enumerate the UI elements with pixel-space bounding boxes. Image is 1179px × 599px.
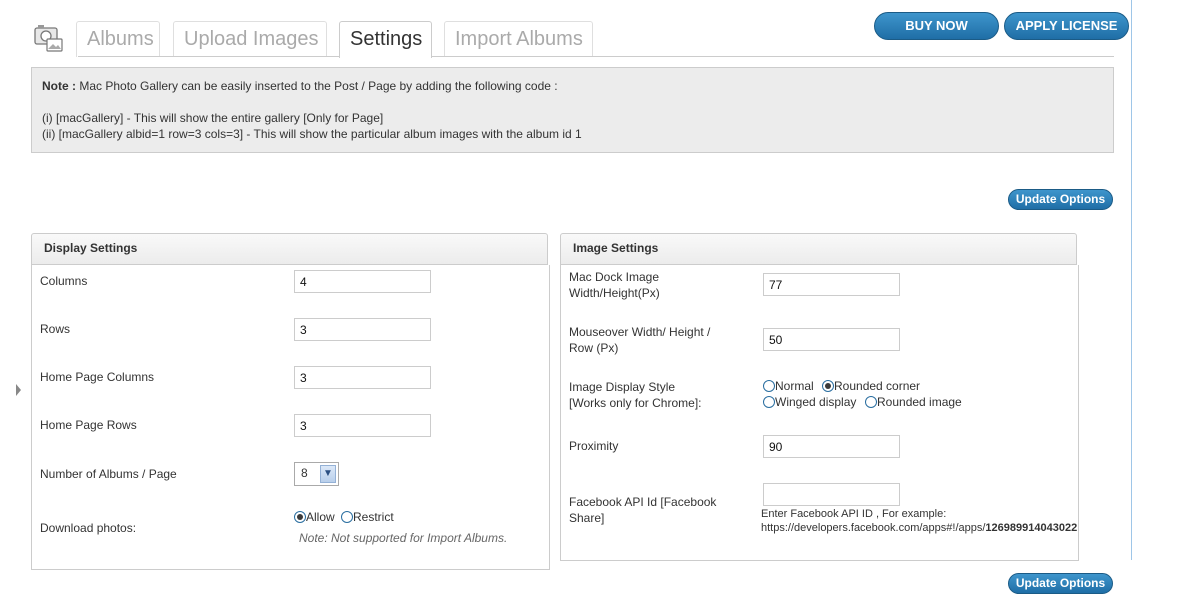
update-options-button-top[interactable]: Update Options (1008, 189, 1113, 210)
display-style-label: Image Display Style [Works only for Chrom… (569, 380, 702, 410)
facebook-api-help: Enter Facebook API ID , For example: htt… (761, 508, 1078, 534)
facebook-api-label: Facebook API Id [Facebook Share] (569, 495, 717, 525)
usage-note: Note : Mac Photo Gallery can be easily i… (31, 67, 1114, 153)
radio-allow[interactable] (294, 511, 306, 523)
columns-input[interactable] (294, 270, 431, 293)
dock-size-input[interactable] (763, 273, 900, 296)
radio-winged-display[interactable] (763, 396, 775, 408)
proximity-label: Proximity (569, 439, 619, 453)
style-winged-display-option[interactable]: Winged display (763, 395, 856, 409)
tab-import-albums[interactable]: Import Albums (444, 21, 593, 57)
home-rows-input[interactable] (294, 414, 431, 437)
rows-input[interactable] (294, 318, 431, 341)
radio-restrict[interactable] (341, 511, 353, 523)
radio-rounded-image[interactable] (865, 396, 877, 408)
update-options-button-bottom[interactable]: Update Options (1008, 573, 1113, 594)
note-line-1: (i) [macGallery] - This will show the en… (42, 111, 384, 125)
rows-label: Rows (40, 322, 71, 336)
image-settings-header: Image Settings (560, 233, 1077, 265)
tab-settings[interactable]: Settings (339, 21, 432, 58)
tab-albums[interactable]: Albums (76, 21, 160, 57)
note-line-2: (ii) [macGallery albid=1 row=3 cols=3] -… (42, 127, 582, 141)
gallery-camera-icon (33, 23, 65, 53)
page-edge-divider (1131, 0, 1132, 560)
chevron-down-icon[interactable]: ▼ (320, 465, 336, 483)
radio-normal[interactable] (763, 380, 775, 392)
tab-upload-images[interactable]: Upload Images (173, 21, 327, 57)
buy-now-button[interactable]: BUY NOW (874, 12, 999, 40)
apply-license-button[interactable]: APPLY LICENSE (1004, 12, 1129, 40)
style-rounded-image-option[interactable]: Rounded image (865, 395, 962, 409)
display-settings-header: Display Settings (31, 233, 548, 265)
download-restrict-option[interactable]: Restrict (341, 510, 394, 524)
download-photos-label: Download photos: (40, 521, 137, 535)
style-normal-option[interactable]: Normal (763, 379, 814, 393)
columns-label: Columns (40, 274, 88, 288)
mouseover-size-input[interactable] (763, 328, 900, 351)
facebook-api-input[interactable] (763, 483, 900, 506)
radio-rounded-corner[interactable] (822, 380, 834, 392)
albums-per-page-label: Number of Albums / Page (40, 467, 177, 481)
home-columns-label: Home Page Columns (40, 370, 155, 384)
download-note: Note: Not supported for Import Albums. (299, 531, 508, 545)
style-rounded-corner-option[interactable]: Rounded corner (822, 379, 920, 393)
mouseover-size-label: Mouseover Width/ Height / Row (Px) (569, 325, 711, 355)
download-allow-option[interactable]: Allow (294, 510, 335, 524)
dock-size-label: Mac Dock Image Width/Height(Px) (569, 270, 660, 300)
tab-divider (78, 56, 1114, 57)
note-intro: Note : Mac Photo Gallery can be easily i… (42, 79, 558, 93)
albums-per-page-select[interactable]: 8 ▼ (294, 462, 339, 486)
home-columns-input[interactable] (294, 366, 431, 389)
proximity-input[interactable] (763, 435, 900, 458)
collapse-arrow-icon[interactable] (16, 384, 21, 396)
home-rows-label: Home Page Rows (40, 418, 137, 432)
